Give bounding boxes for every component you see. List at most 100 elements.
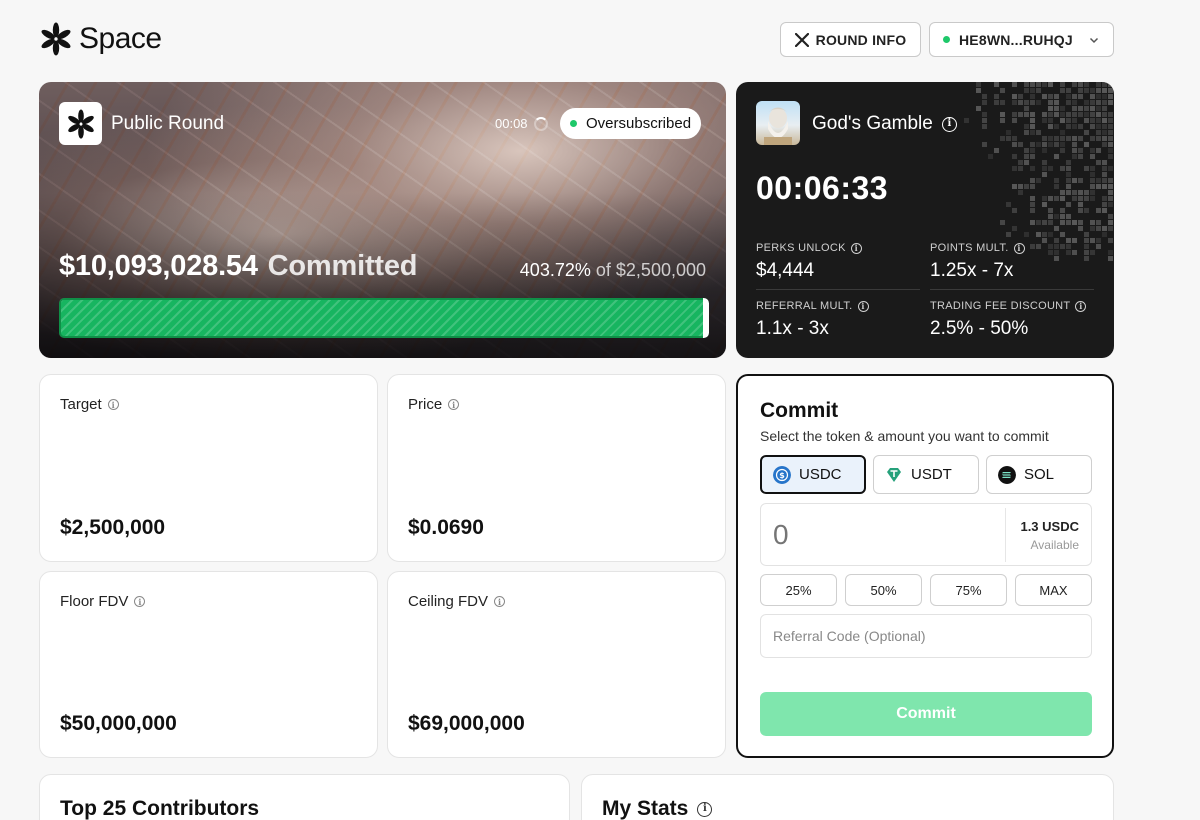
pixel-cell	[1048, 214, 1053, 219]
pixel-cell	[1090, 112, 1095, 117]
pixel-cell	[1090, 100, 1095, 105]
card-label-text: Price	[408, 396, 443, 413]
pixel-cell	[1066, 100, 1071, 105]
pixel-cell	[1036, 130, 1041, 135]
pixel-cell	[1060, 208, 1065, 213]
percent-50-button[interactable]: 50%	[845, 574, 922, 606]
token-sol-button[interactable]: SOL	[986, 455, 1092, 494]
pixel-cell	[1018, 160, 1023, 165]
pixel-cell	[1090, 184, 1095, 189]
pixel-cell	[1030, 88, 1035, 93]
pixel-cell	[1066, 184, 1071, 189]
pixel-cell	[1108, 154, 1113, 159]
pixel-cell	[1072, 82, 1077, 87]
pixel-cell	[1054, 214, 1059, 219]
target-label: Target i	[60, 396, 119, 413]
percent-75-button[interactable]: 75%	[930, 574, 1007, 606]
pixel-cell	[1084, 250, 1089, 255]
pixel-cell	[1042, 232, 1047, 237]
pixel-cell	[1096, 226, 1101, 231]
ceiling-fdv-label: Ceiling FDV i	[408, 593, 506, 610]
my-stats-title: My Stats i	[602, 797, 713, 820]
pixel-cell	[1024, 82, 1029, 87]
pixel-cell	[1024, 148, 1029, 153]
referral-code-input[interactable]	[760, 614, 1092, 658]
percent-25-button[interactable]: 25%	[760, 574, 837, 606]
price-value: $0.0690	[408, 516, 484, 539]
pixel-cell	[1060, 166, 1065, 171]
info-icon[interactable]: i	[850, 242, 862, 254]
pixel-cell	[982, 100, 987, 105]
referral-mult-value: 1.1x - 3x	[756, 318, 829, 339]
card-label-text: Target	[60, 396, 102, 413]
pixel-cell	[1030, 82, 1035, 87]
info-icon[interactable]: i	[941, 116, 957, 132]
pixel-cell	[1066, 190, 1071, 195]
pixel-cell	[1108, 256, 1113, 261]
info-icon[interactable]: i	[1075, 300, 1087, 312]
loading-spinner-icon	[533, 116, 548, 131]
pixel-cell	[1042, 136, 1047, 141]
pixel-cell	[1078, 148, 1083, 153]
pixel-cell	[1072, 94, 1077, 99]
progress-bar	[59, 298, 709, 338]
pixel-cell	[1108, 130, 1113, 135]
amount-input[interactable]	[773, 517, 993, 553]
max-button[interactable]: MAX	[1015, 574, 1092, 606]
info-icon[interactable]: i	[494, 596, 506, 607]
pixel-cell	[976, 88, 981, 93]
pixel-cell	[1078, 94, 1083, 99]
round-info-button[interactable]: ROUND INFO	[780, 22, 921, 57]
asterisk-logo-icon	[41, 22, 71, 56]
pixel-cell	[1102, 100, 1107, 105]
pixel-cell	[1078, 196, 1083, 201]
pixel-cell	[1042, 160, 1047, 165]
commit-button[interactable]: Commit	[760, 692, 1092, 736]
pixel-cell	[1000, 136, 1005, 141]
pixel-cell	[1090, 190, 1095, 195]
pixel-cell	[1024, 112, 1029, 117]
token-usdc-button[interactable]: $ USDC	[760, 455, 866, 494]
pixel-cell	[1030, 94, 1035, 99]
token-usdt-button[interactable]: USDT	[873, 455, 979, 494]
pixel-cell	[1084, 106, 1089, 111]
info-icon[interactable]: i	[1013, 242, 1025, 254]
pixel-cell	[1102, 178, 1107, 183]
committed-percent: 403.72% of $2,500,000	[520, 260, 706, 281]
target-value: $2,500,000	[60, 516, 166, 539]
pixel-cell	[1012, 208, 1017, 213]
pixel-cell	[1066, 166, 1071, 171]
pixel-cell	[1066, 220, 1071, 225]
pixel-cell	[1018, 112, 1023, 117]
pixel-cell	[1054, 94, 1059, 99]
brand-logo[interactable]: Space	[39, 22, 162, 56]
wallet-button[interactable]: HE8WN...RUHQJ	[929, 22, 1114, 57]
pixel-cell	[1030, 112, 1035, 117]
info-icon[interactable]: i	[448, 399, 460, 410]
pixel-cell	[1060, 112, 1065, 117]
floor-fdv-card: Floor FDV i $50,000,000	[39, 571, 378, 758]
pixel-cell	[1078, 136, 1083, 141]
committed-amount: $10,093,028.54 Committed	[59, 250, 418, 283]
pixel-cell	[976, 106, 981, 111]
pixel-cell	[1066, 238, 1071, 243]
pixel-cell	[1096, 178, 1101, 183]
pixel-cell	[1096, 130, 1101, 135]
info-icon[interactable]: i	[697, 801, 713, 817]
pixel-cell	[1108, 184, 1113, 189]
pixel-cell	[1072, 154, 1077, 159]
pixel-cell	[1054, 142, 1059, 147]
pixel-cell	[1096, 244, 1101, 249]
pixel-cell	[1054, 100, 1059, 105]
pixel-cell	[1018, 190, 1023, 195]
info-icon[interactable]: i	[134, 596, 146, 607]
round-title: Public Round	[111, 113, 225, 134]
token-label: SOL	[1024, 466, 1055, 483]
round-info-label: ROUND INFO	[815, 31, 907, 48]
committed-label: Committed	[267, 250, 418, 282]
info-icon[interactable]: i	[107, 399, 119, 410]
pixel-cell	[1042, 196, 1047, 201]
pixel-cell	[1012, 82, 1017, 87]
info-icon[interactable]: i	[857, 300, 869, 312]
top-contributors-title: Top 25 Contributors	[60, 797, 259, 820]
